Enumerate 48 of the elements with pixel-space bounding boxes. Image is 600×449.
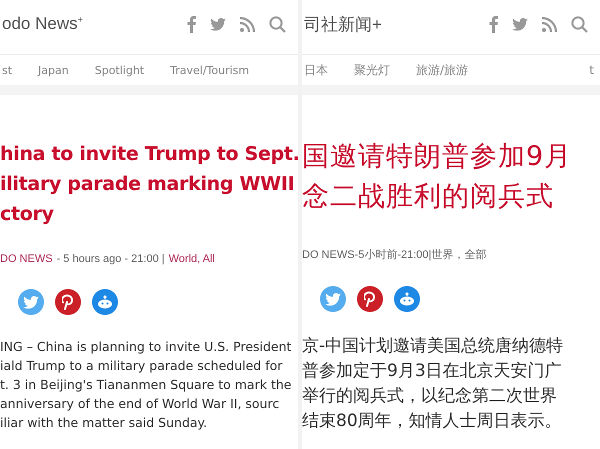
rss-icon[interactable] (542, 16, 557, 32)
nav-link[interactable]: t (589, 63, 594, 77)
body-line: t. 3 in Beijing's Tiananmen Square to mark the (0, 376, 292, 394)
headline-line: ilitary parade marking WWII (0, 172, 296, 197)
nav-link[interactable]: Travel/Tourism (170, 64, 250, 76)
pinterest-share-button[interactable] (357, 286, 383, 312)
body-line: 普参加定于9月3日在北京天安门广 (302, 360, 563, 383)
search-icon[interactable] (571, 16, 588, 32)
nav-link[interactable]: 聚光灯 (354, 62, 390, 78)
nav-link[interactable]: 旅游/旅游 (416, 62, 468, 78)
nav-link[interactable]: Spotlight (94, 64, 144, 76)
pinterest-icon (62, 294, 74, 310)
nav-link[interactable]: 日本 (304, 62, 328, 78)
headline-line: hina to invite Trump to Sept. (0, 142, 298, 167)
pinterest-icon (364, 291, 376, 307)
body-line: ING – China is planning to invite U.S. President (0, 338, 292, 356)
search-icon[interactable] (269, 16, 286, 32)
bird-icon (23, 296, 39, 308)
headline-line: ctory (0, 202, 55, 227)
reddit-icon (398, 292, 416, 306)
facebook-icon[interactable] (489, 16, 498, 32)
body-line: anniversary of the end of World War II, sourc (0, 395, 280, 413)
reddit-icon (96, 295, 114, 309)
bird-icon (210, 18, 226, 30)
meta-link[interactable]: DO NEWS (0, 253, 53, 265)
reddit-share-button[interactable] (92, 289, 118, 315)
body-line: 结束80周年，知情人士周日表示。 (302, 410, 563, 433)
body-line: 举行的阅兵式，以纪念第二次世界 (302, 385, 558, 408)
headline-line: 念二战胜利的阅兵式 (302, 180, 555, 214)
nav-link[interactable]: Japan (38, 64, 69, 76)
twitter-share-button[interactable] (18, 289, 44, 315)
facebook-icon[interactable] (187, 16, 196, 32)
body-line: 京-中国计划邀请美国总统唐纳德特 (302, 335, 564, 358)
reddit-share-button[interactable] (394, 286, 420, 312)
rss-icon[interactable] (240, 16, 255, 32)
meta-link[interactable]: World, All (168, 253, 215, 265)
body-line: iliar with the matter said Sunday. (0, 414, 208, 432)
body-line: iald Trump to a military parade scheduled for (0, 357, 284, 375)
nav-link[interactable]: st (2, 64, 12, 76)
bird-icon (512, 18, 528, 30)
site-logo[interactable]: 司社新闻+ (304, 12, 382, 36)
byline-text: DO NEWS-5小时前-21:00|世界，全部 (302, 248, 486, 262)
twitter-share-button[interactable] (320, 286, 346, 312)
site-logo[interactable]: odo News$^{+}$ (2, 14, 83, 34)
bird-icon (325, 292, 341, 306)
pinterest-share-button[interactable] (55, 289, 81, 315)
byline-text: - 5 hours ago - 21:00 | (56, 253, 165, 265)
headline-line: 国邀请特朗普参加9月 (302, 140, 574, 174)
